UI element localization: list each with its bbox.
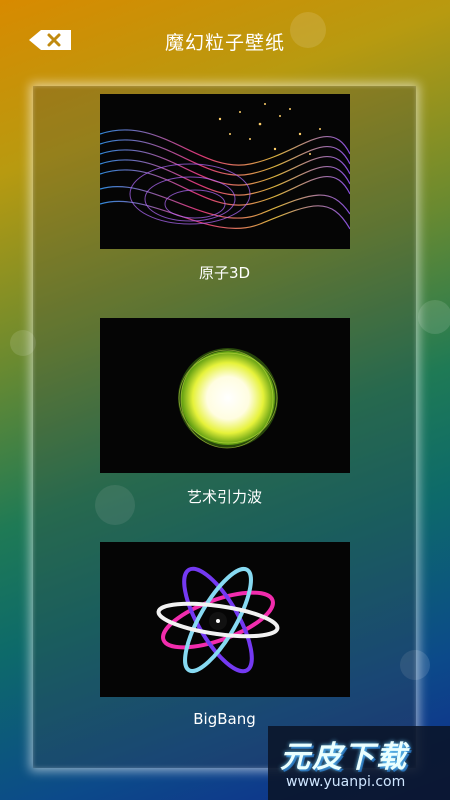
wallpaper-list[interactable]: 原子3D 艺术引力波 BigBang — [33, 86, 416, 768]
watermark-logo-text: 元皮下载 — [280, 740, 408, 775]
atom-orbit-preview — [156, 566, 280, 674]
page-title: 魔幻粒子壁纸 — [164, 32, 285, 54]
watermark-url: www.yuanpi.com — [286, 774, 406, 790]
bokeh-decoration — [418, 300, 450, 334]
site-watermark: 元皮下载 www.yuanpi.com — [268, 726, 450, 800]
wallpaper-item-bigbang[interactable] — [100, 542, 350, 697]
glowing-orb-preview — [178, 348, 278, 449]
particle-wave-preview — [100, 103, 350, 230]
wallpaper-item-gravity-wave[interactable] — [100, 318, 350, 473]
wallpaper-label-gravity-wave: 艺术引力波 — [186, 488, 262, 506]
wallpaper-label-atom3d: 原子3D — [198, 264, 251, 282]
top-bar: 魔幻粒子壁纸 — [0, 0, 450, 80]
wallpaper-item-atom3d[interactable] — [100, 94, 350, 249]
